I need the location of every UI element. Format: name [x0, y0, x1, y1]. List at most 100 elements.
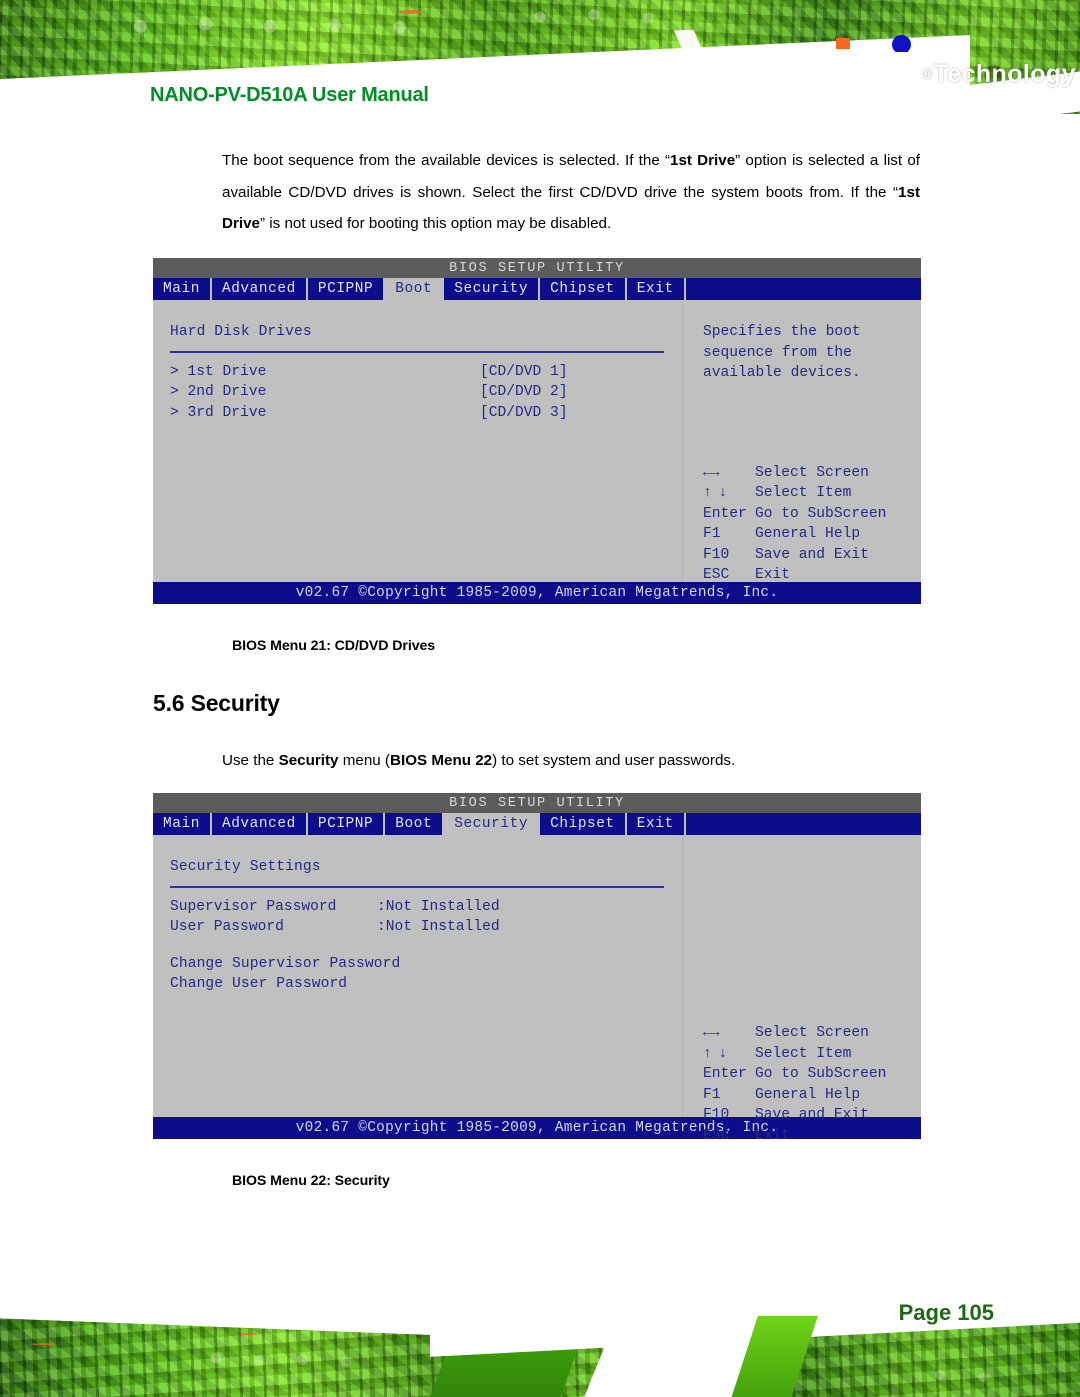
key-name: ESC	[703, 567, 730, 583]
key-hint-select-item: ↑ ↓ Select Item	[703, 1044, 921, 1065]
tab-chipset[interactable]: Chipset	[540, 278, 627, 300]
bios-21-section-title: Hard Disk Drives	[170, 324, 312, 340]
bios-menu-22: BIOS SETUP UTILITY Main Advanced PCIPNP …	[153, 793, 921, 1144]
key-hint-f10: F10 Save and Exit	[703, 1105, 921, 1126]
value-supervisor-password: :Not Installed	[377, 898, 500, 915]
tab-filler	[686, 813, 921, 835]
page-header: NANO-PV-D510A User Manual ®Technology Co…	[0, 0, 1080, 120]
item-label-3rd-drive: > 3rd Drive	[170, 404, 267, 421]
arrow-left-right-icon: ←→	[703, 464, 720, 481]
key-action: Select Item	[755, 485, 852, 501]
key-name: Enter	[703, 1066, 747, 1082]
key-action: Save and Exit	[755, 1107, 869, 1123]
key-hint-esc: ESC Exit	[703, 565, 921, 586]
caption-bios-menu-21: BIOS Menu 21: CD/DVD Drives	[232, 638, 436, 654]
label-user-password: User Password	[170, 919, 284, 935]
tab-exit[interactable]: Exit	[627, 278, 686, 300]
bios-21-item-row[interactable]: > 3rd Drive [CD/DVD 3]	[170, 403, 682, 424]
key-action: General Help	[755, 1086, 861, 1103]
tab-main[interactable]: Main	[153, 813, 212, 835]
manual-title: NANO-PV-D510A User Manual	[150, 84, 429, 106]
item-value-2nd-drive: [CD/DVD 2]	[480, 384, 568, 400]
header-bottom-edge	[0, 114, 1080, 120]
key-name: F1	[703, 1086, 721, 1103]
bios-21-item-row[interactable]: > 2nd Drive [CD/DVD 2]	[170, 382, 682, 403]
help-line: sequence from the	[703, 344, 852, 361]
bios-21-help-panel: Specifies the boot sequence from the ava…	[682, 300, 921, 583]
tab-main[interactable]: Main	[153, 278, 212, 300]
tab-chipset[interactable]: Chipset	[540, 813, 627, 835]
key-action: Go to SubScreen	[755, 1066, 887, 1082]
key-name: F10	[703, 546, 730, 563]
tab-security[interactable]: Security	[444, 813, 541, 835]
key-hint-select-screen: ←→ Select Screen	[703, 463, 921, 484]
tab-filler	[686, 278, 921, 300]
section-heading-security: 5.6 Security	[153, 690, 280, 716]
security-intro-paragraph: Use the Security menu (BIOS Menu 22) to …	[222, 752, 736, 769]
item-value-1st-drive: [CD/DVD 1]	[480, 363, 568, 380]
key-name: Enter	[703, 505, 747, 522]
key-name: ESC	[703, 1127, 730, 1144]
bios-22-main-panel: Security Settings Supervisor Password :N…	[153, 835, 682, 1117]
arrow-up-down-icon: ↑ ↓	[703, 1045, 727, 1062]
arrow-left-right-icon: ←→	[703, 1025, 720, 1041]
key-action: Select Item	[755, 1045, 852, 1062]
item-label-1st-drive: > 1st Drive	[170, 363, 267, 380]
key-hint-f10: F10 Save and Exit	[703, 545, 921, 566]
tab-pcipnp[interactable]: PCIPNP	[308, 278, 386, 300]
bios-22-section-title: Security Settings	[170, 859, 321, 875]
help-line: Specifies the boot	[703, 324, 861, 340]
key-name: F1	[703, 526, 721, 542]
key-action: General Help	[755, 526, 861, 542]
action-change-supervisor-password[interactable]: Change Supervisor Password	[170, 954, 682, 975]
tab-exit[interactable]: Exit	[627, 813, 686, 835]
bios-21-item-row[interactable]: > 1st Drive [CD/DVD 1]	[170, 362, 682, 383]
item-label-2nd-drive: > 2nd Drive	[170, 384, 267, 400]
page-number: Page 105	[898, 1300, 994, 1325]
bios-21-tabbar: Main Advanced PCIPNP Boot Security Chips…	[153, 278, 921, 300]
bios-21-titlebar: BIOS SETUP UTILITY	[153, 258, 921, 278]
logo-letter-e-crossbar	[858, 67, 880, 70]
key-hint-f1: F1 General Help	[703, 1085, 921, 1106]
key-action: Select Screen	[755, 464, 869, 481]
key-hint-enter: Enter Go to SubScreen	[703, 1064, 921, 1085]
logo-company-text: ®Technology Corp.	[922, 60, 1080, 89]
bios-22-help-panel: ←→ Select Screen ↑ ↓ Select Item Enter G…	[682, 835, 921, 1144]
key-hint-enter: Enter Go to SubScreen	[703, 504, 921, 525]
value-user-password: :Not Installed	[377, 919, 500, 935]
bios-22-key-hints: ←→ Select Screen ↑ ↓ Select Item Enter G…	[703, 1023, 921, 1146]
key-hint-esc: ESC Exit	[703, 1126, 921, 1147]
key-action: Exit	[755, 567, 791, 583]
tab-advanced[interactable]: Advanced	[212, 278, 308, 300]
logo-letter-i-second	[896, 52, 907, 90]
caption-bios-menu-22: BIOS Menu 22: Security	[232, 1173, 390, 1189]
bios-22-status-row: User Password :Not Installed	[170, 917, 682, 938]
key-hint-select-screen: ←→ Select Screen	[703, 1023, 921, 1044]
key-hint-f1: F1 General Help	[703, 524, 921, 545]
bios-21-main-panel: Hard Disk Drives > 1st Drive [CD/DVD 1] …	[153, 300, 682, 582]
arrow-up-down-icon: ↑ ↓	[703, 485, 727, 501]
label-supervisor-password: Supervisor Password	[170, 898, 337, 915]
key-action: Select Screen	[755, 1025, 869, 1041]
bios-22-status-row: Supervisor Password :Not Installed	[170, 897, 682, 918]
key-hint-select-item: ↑ ↓ Select Item	[703, 483, 921, 504]
tab-advanced[interactable]: Advanced	[212, 813, 308, 835]
tab-security[interactable]: Security	[444, 278, 541, 300]
iei-logo: ®Technology Corp.	[836, 34, 1080, 92]
bios-menu-21: BIOS SETUP UTILITY Main Advanced PCIPNP …	[153, 258, 921, 604]
key-action: Go to SubScreen	[755, 505, 887, 522]
iei-logo-mark-icon	[836, 35, 920, 92]
bios-21-body: Hard Disk Drives > 1st Drive [CD/DVD 1] …	[153, 300, 921, 583]
logo-letter-e	[858, 52, 887, 90]
bios-21-divider	[170, 350, 664, 353]
bios-22-titlebar: BIOS SETUP UTILITY	[153, 793, 921, 813]
tab-boot[interactable]: Boot	[385, 813, 445, 835]
action-change-user-password[interactable]: Change User Password	[170, 974, 682, 995]
tab-boot[interactable]: Boot	[385, 278, 445, 300]
key-action: Exit	[755, 1127, 791, 1144]
logo-letter-i-first	[838, 52, 849, 90]
bios-22-body: Security Settings Supervisor Password :N…	[153, 835, 921, 1144]
tab-pcipnp[interactable]: PCIPNP	[308, 813, 386, 835]
registered-mark-icon: ®	[922, 66, 934, 83]
